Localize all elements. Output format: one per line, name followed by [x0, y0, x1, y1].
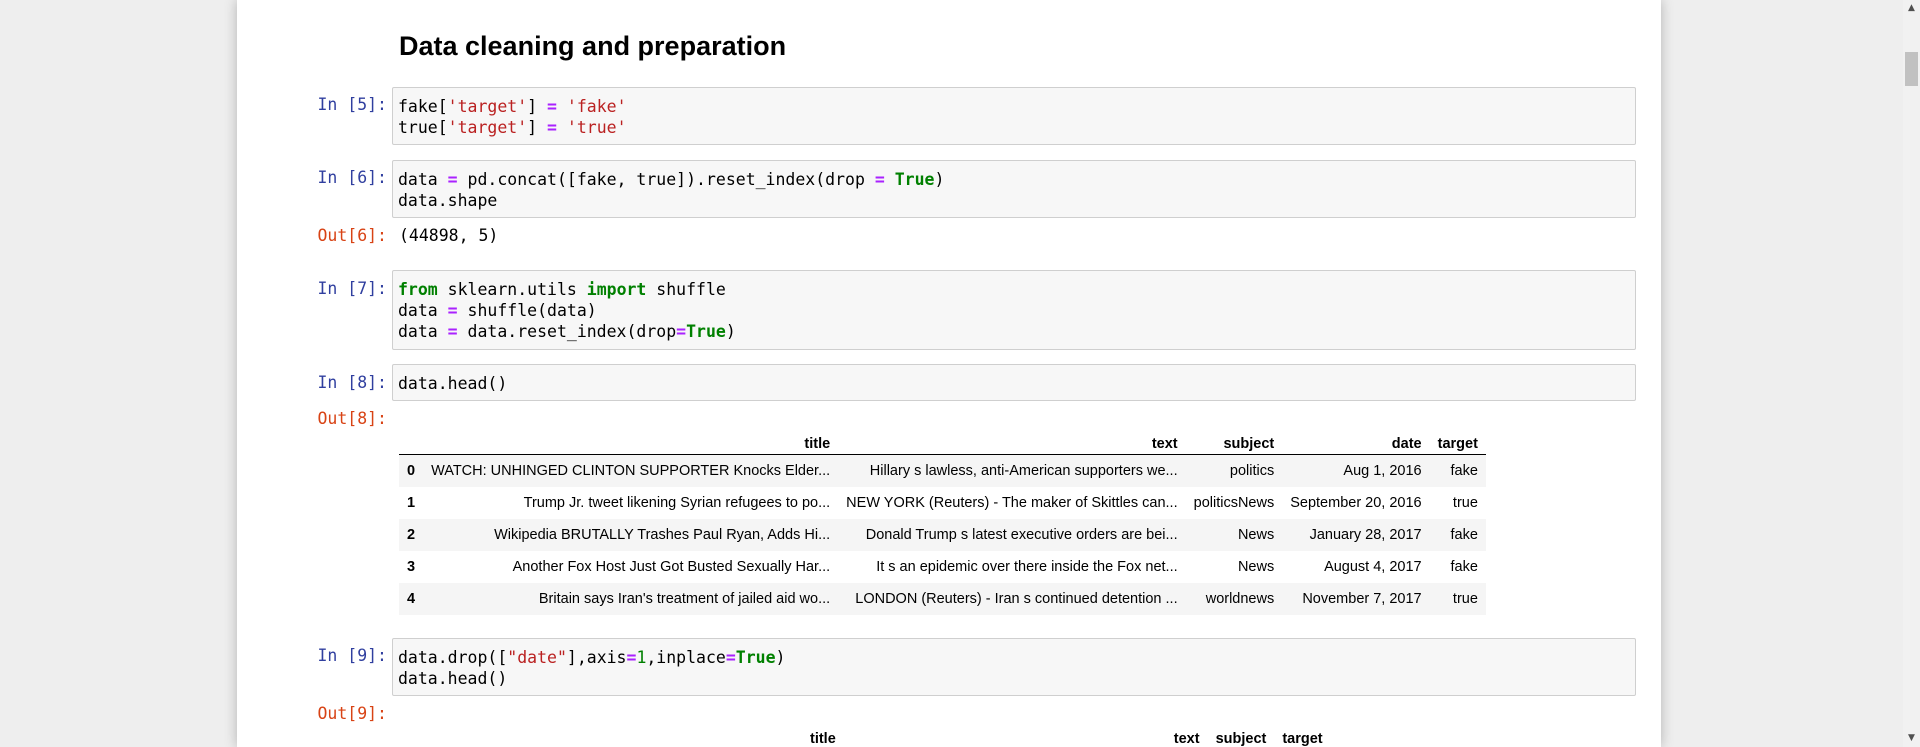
table-cell: News [1237, 527, 1275, 543]
table-cell: Wikipedia BRUTALLY Trashes Paul Ryan, Ad… [494, 527, 831, 543]
table-cell: LONDON (Reuters) - Iran s continued dete… [855, 591, 1178, 607]
table-row: 2 Wikipedia BRUTALLY Trashes Paul Ryan, A… [399, 519, 1486, 551]
table-header-row: title text subject date target [399, 424, 1486, 455]
table-cell: August 4, 2017 [1324, 559, 1422, 575]
row-index: 0 [407, 463, 416, 479]
column-header: text [1173, 731, 1200, 747]
table-cell: true [1452, 495, 1478, 511]
table-cell: Britain says Iran's treatment of jailed … [538, 591, 831, 607]
table-cell: Hillary s lawless, anti-American support… [869, 463, 1178, 479]
output-prompt-6: Out[6]: [317, 226, 387, 245]
table-cell: politicsNews [1193, 495, 1275, 511]
column-header: subject [1215, 731, 1267, 747]
column-header: target [1429, 424, 1486, 455]
code-line: fake['target'] = 'fake' [398, 97, 627, 116]
code-line: data = shuffle(data) [398, 301, 597, 320]
input-prompt-6: In [6]: [317, 168, 387, 187]
table-cell: Trump Jr. tweet likening Syrian refugees… [523, 495, 831, 511]
table-cell: September 20, 2016 [1290, 495, 1422, 511]
scroll-down-arrow-icon[interactable]: ▼ [1903, 730, 1920, 747]
scrollbar-thumb[interactable] [1905, 52, 1918, 86]
row-index: 1 [407, 495, 416, 511]
code-cell-7[interactable]: from sklearn.utils import shuffle data = … [392, 270, 1636, 350]
section-heading: Data cleaning and preparation [399, 31, 787, 61]
table-cell: News [1237, 559, 1275, 575]
table-row: 3 Another Fox Host Just Got Busted Sexual… [399, 551, 1486, 583]
dataframe-output-9: title text subject target [802, 719, 1331, 747]
table-cell: WATCH: UNHINGED CLINTON SUPPORTER Knocks… [431, 463, 831, 479]
table-cell: worldnews [1205, 591, 1275, 607]
code-line: data = data.reset_index(drop=True) [398, 322, 736, 341]
table-cell: November 7, 2017 [1302, 591, 1422, 607]
table-row: 1 Trump Jr. tweet likening Syrian refugee… [399, 487, 1486, 519]
table-cell: NEW YORK (Reuters) - The maker of Skittl… [846, 495, 1178, 511]
code-cell-8[interactable]: data.head() [392, 364, 1636, 401]
column-header: title [810, 731, 836, 747]
code-cell-9[interactable]: data.drop(["date"],axis=1,inplace=True) d… [392, 638, 1636, 696]
code-line: data.shape [398, 191, 498, 210]
code-line: data = pd.concat([fake, true]).reset_ind… [398, 170, 945, 189]
row-index: 2 [407, 527, 416, 543]
code-line: data.drop(["date"],axis=1,inplace=True) [398, 648, 786, 667]
code-line: true['target'] = 'true' [398, 118, 627, 137]
column-header: target [1282, 731, 1323, 747]
table-cell: fake [1450, 463, 1478, 479]
table-cell: fake [1450, 527, 1478, 543]
table-cell: It s an epidemic over there inside the F… [876, 559, 1178, 575]
code-cell-6[interactable]: data = pd.concat([fake, true]).reset_ind… [392, 160, 1636, 218]
column-header: date [1282, 424, 1430, 455]
table-cell: Donald Trump s latest executive orders a… [865, 527, 1178, 543]
output-prompt-8: Out[8]: [317, 409, 387, 428]
vertical-scrollbar[interactable]: ▲ ▼ [1903, 0, 1920, 747]
table-row: 0 WATCH: UNHINGED CLINTON SUPPORTER Knock… [399, 454, 1486, 487]
column-header: text [838, 424, 1186, 455]
input-prompt-9: In [9]: [317, 646, 387, 665]
column-header: title [423, 424, 839, 455]
table-cell: Another Fox Host Just Got Busted Sexuall… [512, 559, 831, 575]
row-index: 3 [407, 559, 416, 575]
code-line: data.head() [398, 374, 508, 393]
scroll-up-arrow-icon[interactable]: ▲ [1903, 0, 1920, 17]
table-cell: politics [1229, 463, 1275, 479]
column-header: subject [1185, 424, 1283, 455]
output-shape: (44898, 5) [399, 226, 499, 245]
table-cell: Aug 1, 2016 [1343, 463, 1422, 479]
dataframe-output-8: title text subject date target 0 WATCH: UNHIN… [399, 424, 1486, 615]
input-prompt-5: In [5]: [317, 95, 387, 114]
output-prompt-9: Out[9]: [317, 704, 387, 723]
table-cell: true [1452, 591, 1478, 607]
code-cell-5[interactable]: fake['target'] = 'fake' true['target'] = … [392, 87, 1636, 145]
table-row: 4 Britain says Iran's treatment of jailed… [399, 583, 1486, 615]
notebook-page: Data cleaning and preparation In [5]: fa… [237, 0, 1661, 747]
input-prompt-8: In [8]: [317, 373, 387, 392]
table-cell: fake [1450, 559, 1478, 575]
row-index: 4 [407, 591, 416, 607]
column-header [399, 424, 424, 455]
code-line: from sklearn.utils import shuffle [398, 280, 726, 299]
code-line: data.head() [398, 669, 508, 688]
table-cell: January 28, 2017 [1309, 527, 1422, 543]
input-prompt-7: In [7]: [317, 279, 387, 298]
table-header-row: title text subject target [802, 719, 1331, 747]
